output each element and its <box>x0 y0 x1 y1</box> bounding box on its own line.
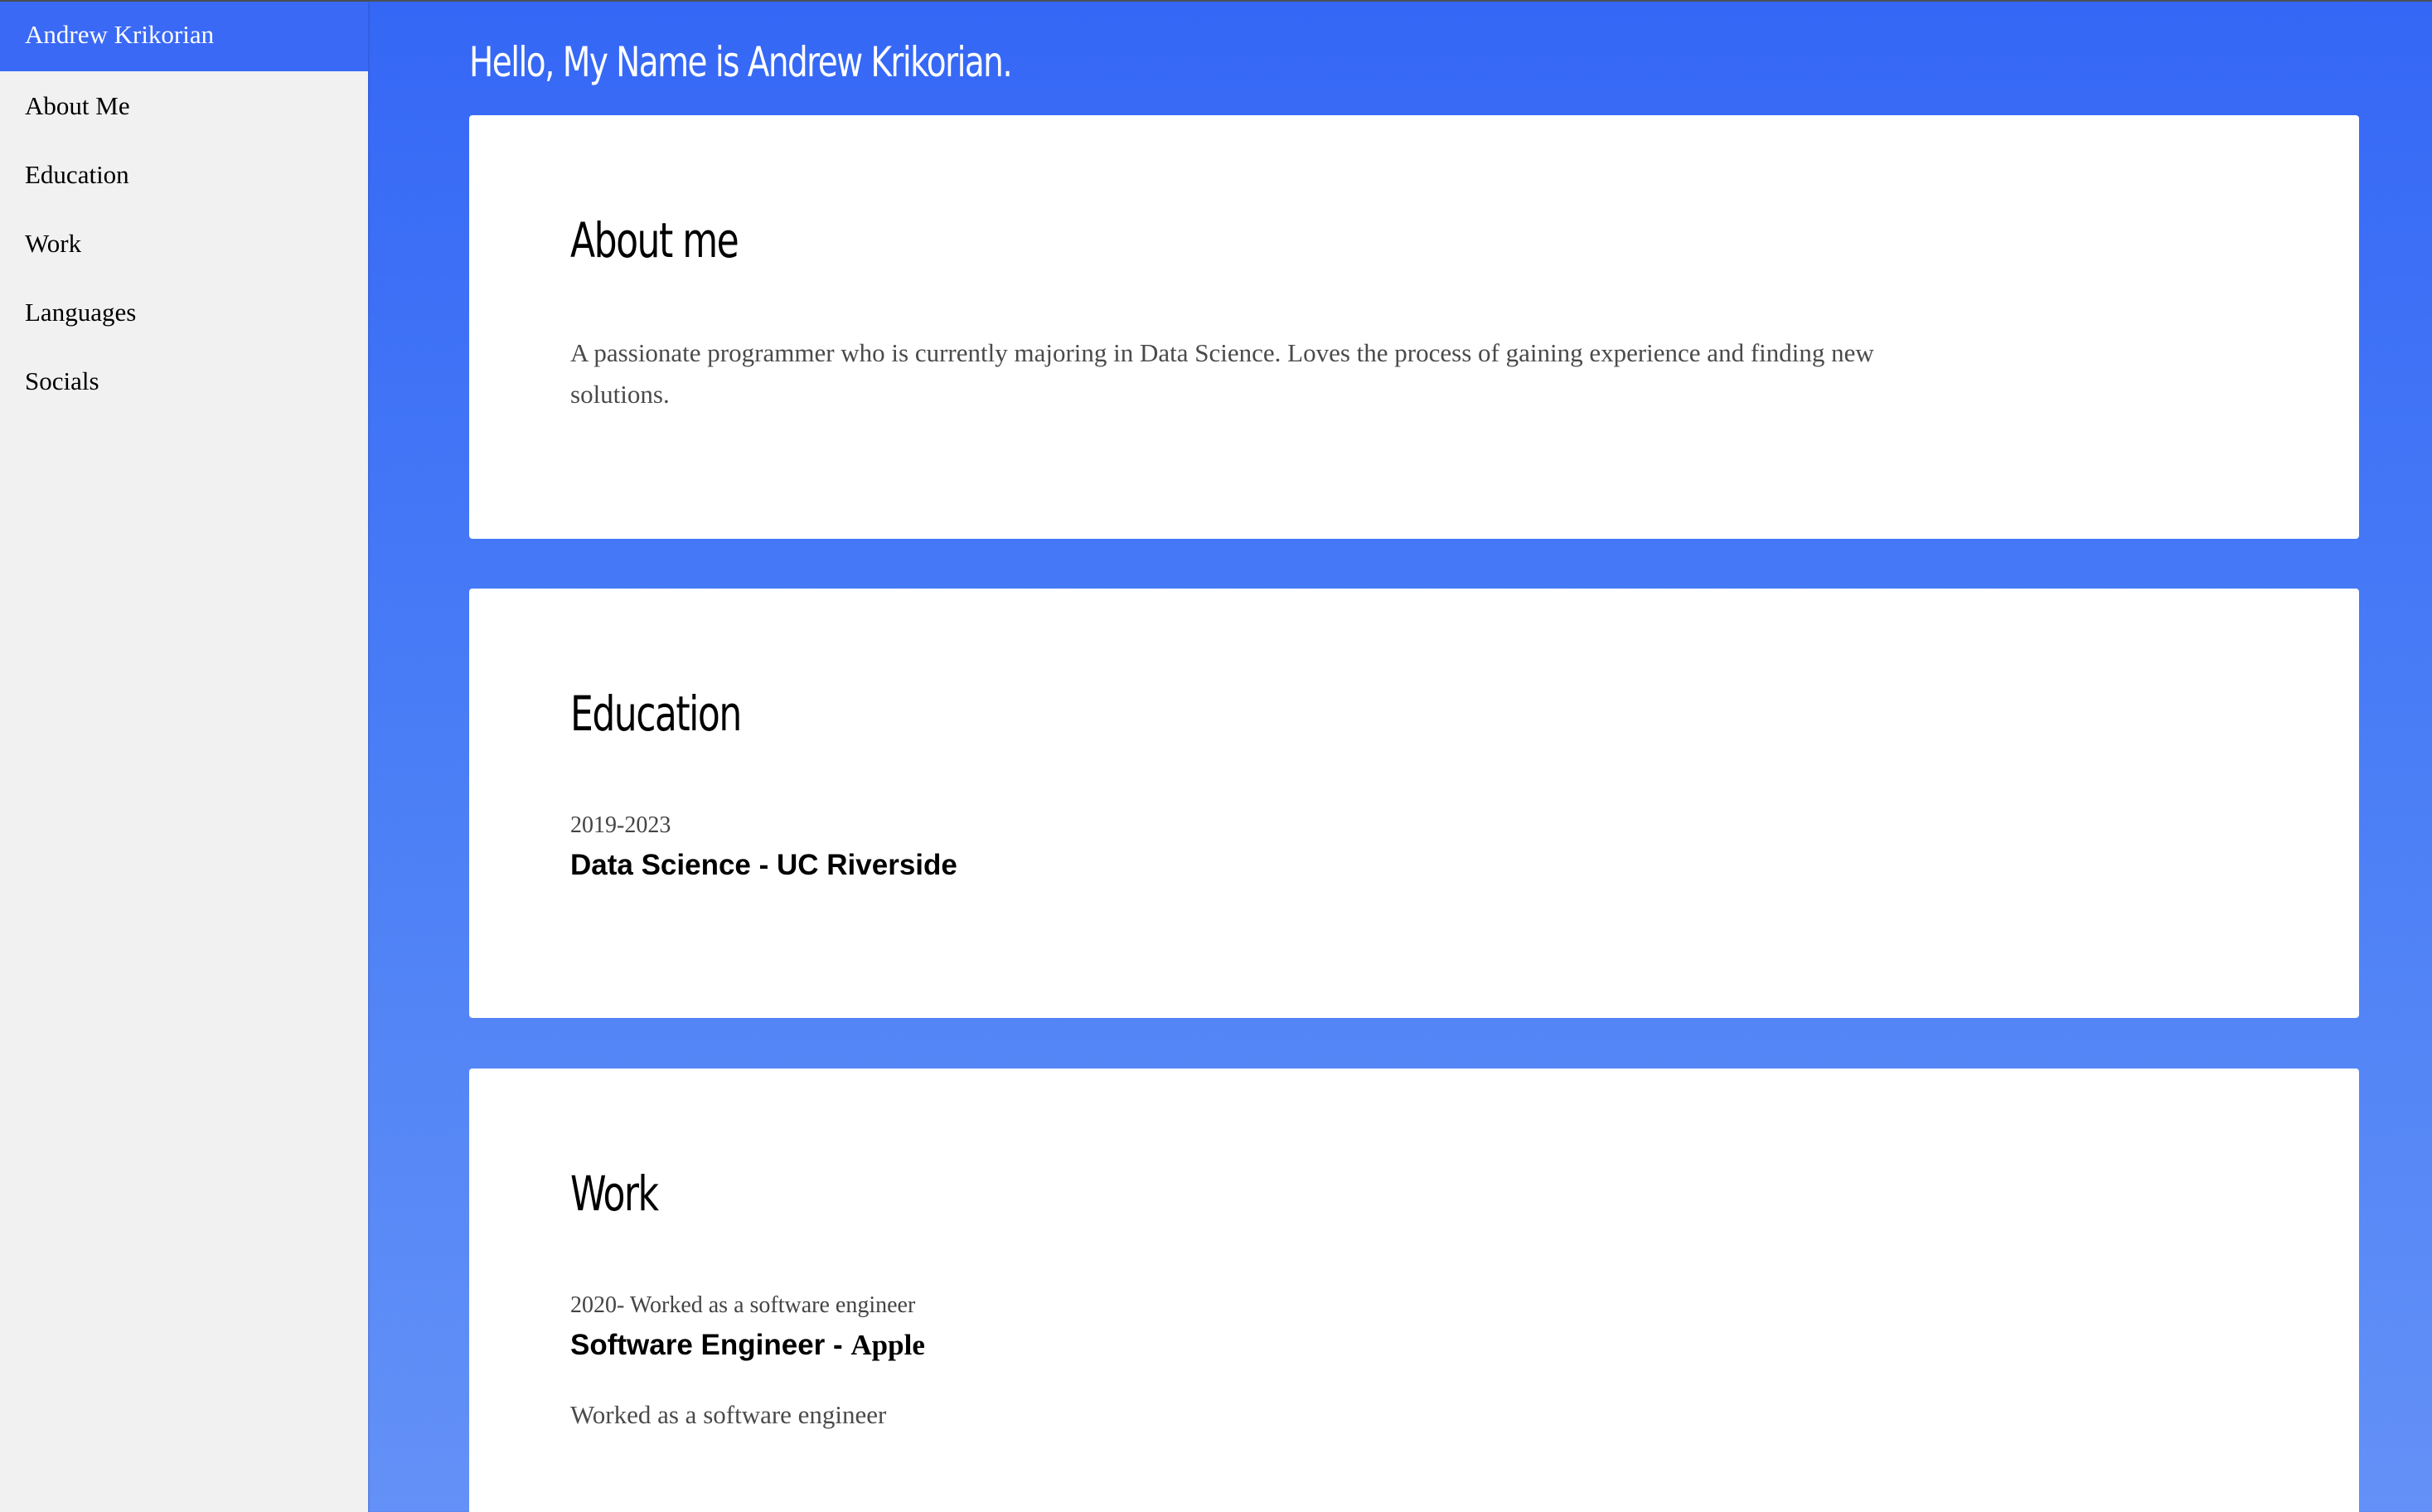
work-entry-company: Apple <box>850 1329 925 1361</box>
sidebar: Andrew Krikorian About Me Education Work… <box>0 2 368 1512</box>
education-date: 2019-2023 <box>570 812 671 838</box>
page-title: Hello, My Name is Andrew Krikorian. <box>469 38 1013 86</box>
work-entry-role: Software Engineer - <box>570 1329 851 1361</box>
work-date: 2020- Worked as a software engineer <box>570 1292 916 1318</box>
sidebar-brand-link[interactable]: Andrew Krikorian <box>0 2 368 71</box>
work-entry-description: Worked as a software engineer <box>570 1400 887 1429</box>
sidebar-item-socials[interactable]: Socials <box>0 346 368 415</box>
education-entry-title: Data Science - UC Riverside <box>570 849 957 881</box>
sidebar-item-education[interactable]: Education <box>0 140 368 209</box>
about-text: A passionate programmer who is currently… <box>570 338 1874 409</box>
about-card: About me A passionate programmer who is … <box>469 115 2359 539</box>
education-heading: Education <box>570 686 742 742</box>
about-heading: About me <box>570 212 739 269</box>
work-entry-title: Software Engineer - Apple <box>570 1329 925 1362</box>
sidebar-item-about-me[interactable]: About Me <box>0 71 368 140</box>
sidebar-item-work[interactable]: Work <box>0 209 368 278</box>
work-card: Work 2020- Worked as a software engineer… <box>469 1069 2359 1512</box>
education-card: Education 2019-2023 Data Science - UC Ri… <box>469 589 2359 1018</box>
work-heading: Work <box>570 1166 659 1222</box>
sidebar-item-languages[interactable]: Languages <box>0 278 368 346</box>
